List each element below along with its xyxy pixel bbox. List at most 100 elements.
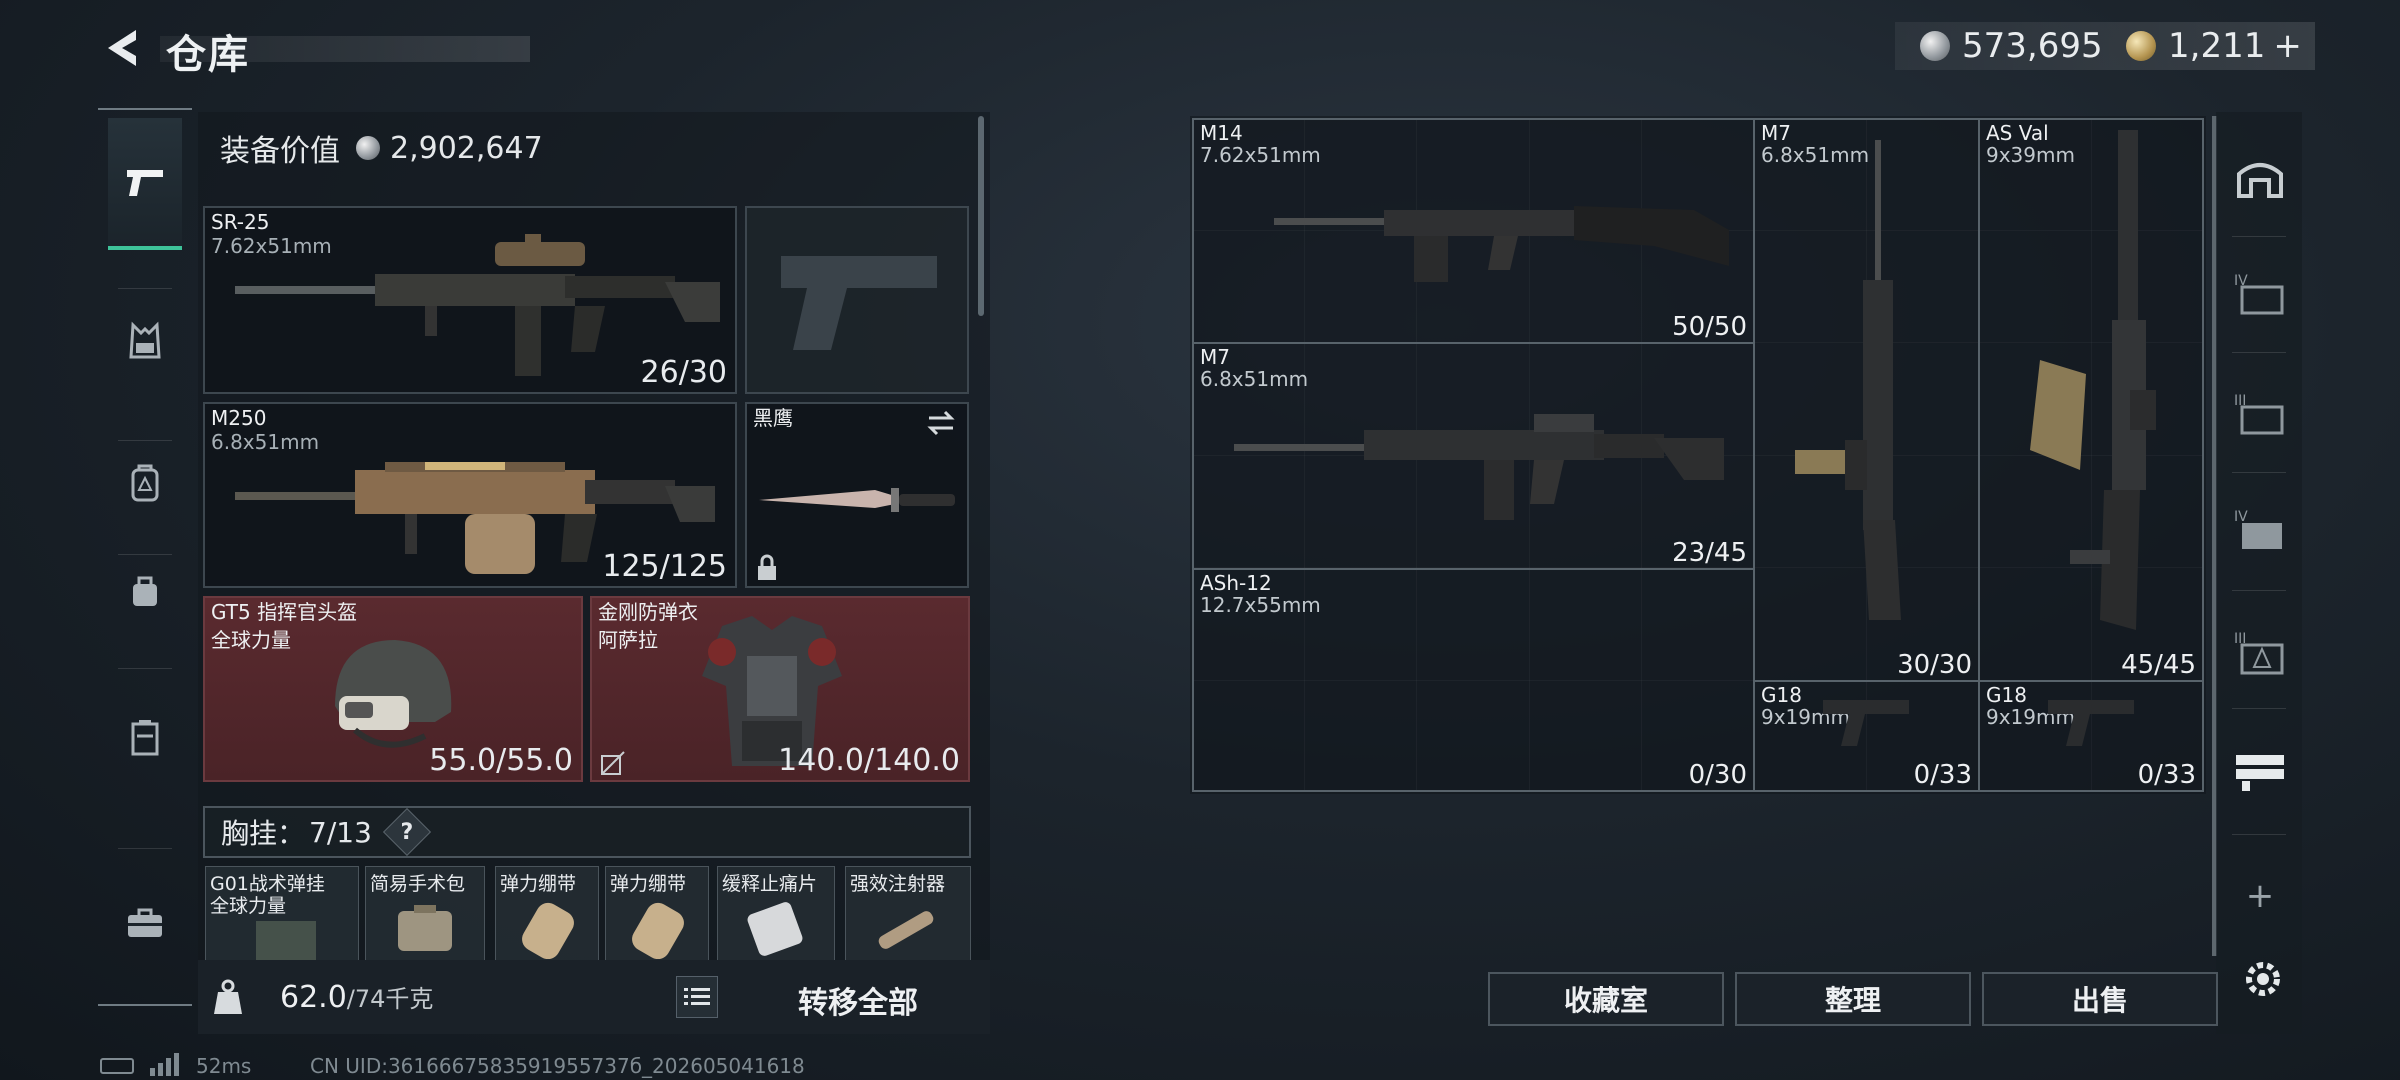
helmet-durability: 55.0/55.0 <box>429 743 573 778</box>
armor-name: 金刚防弹衣 <box>598 600 698 624</box>
storage-item[interactable]: M14 7.62x51mm 50/50 <box>1192 118 1755 344</box>
silver-coin-icon <box>1920 31 1950 61</box>
weight-icon <box>210 977 246 1017</box>
tab-case[interactable] <box>108 700 182 774</box>
rifle-vertical-icon <box>1795 140 1901 620</box>
tabbar-bottom-line <box>98 1004 192 1006</box>
secondary-weapon-slot[interactable]: M250 6.8x51mm 125/125 <box>203 402 737 588</box>
loadout-footer: 62.0/74千克 转移全部 <box>198 960 990 1034</box>
weapon-ammo: 26/30 <box>640 355 727 390</box>
no-repair-icon <box>601 751 625 775</box>
storage-tab-iii-case[interactable]: III <box>2232 624 2288 680</box>
helmet-slot[interactable]: GT5 指挥官头盔 全球力量 55.0/55.0 <box>203 596 583 782</box>
rig-item[interactable]: 简易手术包 <box>365 866 485 962</box>
melee-slot[interactable]: 黑鹰 <box>745 402 969 588</box>
storage-item[interactable]: AS Val 9x39mm 45/45 <box>1978 118 2204 682</box>
rig-item[interactable]: G01战术弹挂 全球力量 <box>205 866 359 962</box>
rig-item[interactable]: 弹力绷带 <box>495 866 599 962</box>
item-ammo: 23/45 <box>1672 538 1747 568</box>
sidearm-slot-empty[interactable] <box>745 206 969 394</box>
rig-item-name: 缓释止痛片 <box>722 873 818 895</box>
rig-item-name: 弹力绷带 <box>500 873 577 895</box>
battery-icon <box>100 1058 134 1074</box>
tab-backpack[interactable] <box>108 446 182 520</box>
painkiller-icon <box>747 902 803 956</box>
list-view-button[interactable] <box>676 976 718 1018</box>
storage-item[interactable]: G18 9x19mm 0/33 <box>1978 680 2204 792</box>
equipment-value: 装备价值 2,902,647 <box>220 126 543 170</box>
loadout-scrollbar[interactable] <box>978 116 984 316</box>
storage-item[interactable]: M7 6.8x51mm 30/30 <box>1753 118 1980 682</box>
storage-tab-weapons[interactable] <box>2232 742 2288 798</box>
storage-tab-iv-container[interactable]: IV <box>2232 266 2288 322</box>
back-button[interactable] <box>96 22 148 74</box>
sell-button[interactable]: 出售 <box>1982 972 2218 1026</box>
pistol-icon <box>2048 700 2134 746</box>
rig-item[interactable]: 缓释止痛片 <box>717 866 835 962</box>
tab-bag[interactable] <box>108 554 182 628</box>
chest-rig-label: 胸挂： <box>221 817 306 850</box>
bandage-icon <box>522 902 574 959</box>
swap-icon[interactable] <box>925 410 957 436</box>
rifle-icon <box>1208 610 1748 760</box>
bandage-icon <box>632 902 684 959</box>
chest-rig-header[interactable]: 胸挂： 7/13 ? <box>203 806 971 858</box>
collection-room-button[interactable]: 收藏室 <box>1488 972 1724 1026</box>
armor-durability: 140.0/140.0 <box>778 743 960 778</box>
uid: CN UID:3616667583591955737б_202605041618 <box>310 1054 805 1078</box>
help-icon[interactable]: ? <box>382 807 431 857</box>
back-arrow-icon <box>108 30 136 66</box>
tab-weapons[interactable] <box>108 118 182 250</box>
pistol-icon <box>1823 700 1909 746</box>
storage-item[interactable]: ASh-12 12.7x55mm 0/30 <box>1192 568 1755 792</box>
case-iii-icon: III <box>2234 631 2284 675</box>
gold-currency[interactable]: 1,211 + <box>2126 20 2302 72</box>
weapon-ammo: 125/125 <box>602 549 727 584</box>
silver-amount: 573,695 <box>1962 26 2103 66</box>
rifle-icon <box>1234 414 1724 520</box>
armor-slot[interactable]: 金刚防弹衣 阿萨拉 140.0/140.0 <box>590 596 970 782</box>
helmet-faction: 全球力量 <box>211 628 291 652</box>
transfer-all-button[interactable]: 转移全部 <box>798 978 918 1022</box>
container-iii-icon: III <box>2234 393 2284 435</box>
item-ammo: 50/50 <box>1672 312 1747 342</box>
add-storage-tab-button[interactable]: + <box>2232 868 2288 924</box>
box-iv-icon: IV <box>2234 509 2282 549</box>
weight-current: 62.0 <box>280 980 347 1015</box>
signal-icon <box>150 1053 179 1076</box>
bag-icon <box>133 576 157 606</box>
gear-icon <box>2246 962 2280 996</box>
pistol-icon <box>127 170 163 196</box>
gold-coin-icon <box>2126 31 2156 61</box>
storage-item[interactable]: M7 6.8x51mm 23/45 <box>1192 342 1755 570</box>
category-tabbar <box>98 108 192 1008</box>
add-currency-button[interactable]: + <box>2273 26 2302 66</box>
page-title: 仓库 <box>166 32 250 78</box>
item-ammo: 0/30 <box>1688 760 1747 790</box>
item-ammo: 45/45 <box>2121 650 2196 680</box>
carry-weight: 62.0/74千克 <box>280 979 433 1015</box>
surgery-kit-icon <box>398 905 452 951</box>
injector-icon <box>878 911 934 949</box>
rig-item[interactable]: 弹力绷带 <box>605 866 709 962</box>
tab-toolbox[interactable] <box>108 886 182 960</box>
weight-max: /74千克 <box>346 985 434 1013</box>
storage-item[interactable]: G18 9x19mm 0/33 <box>1753 680 1980 792</box>
equipment-value-label: 装备价值 <box>220 134 340 169</box>
storage-tab-home[interactable] <box>2232 150 2288 206</box>
storage-grid: M14 7.62x51mm 50/50 M7 6.8x51mm 23/45 AS… <box>1192 118 2204 792</box>
tab-armor-rig[interactable] <box>108 304 182 378</box>
item-name: G18 <box>1761 683 1802 707</box>
helmet-name: GT5 指挥官头盔 <box>211 600 358 624</box>
storage-tab-iii-container[interactable]: III <box>2232 386 2288 442</box>
lock-icon <box>758 554 776 580</box>
settings-button[interactable] <box>2236 952 2290 1006</box>
primary-weapon-slot[interactable]: SR-25 7.62x51mm 26/30 <box>203 206 737 394</box>
storage-tab-iv-box[interactable]: IV <box>2232 502 2288 558</box>
rig-item[interactable]: 强效注射器 <box>845 866 971 962</box>
item-caliber: 7.62x51mm <box>1200 143 1321 167</box>
equipment-value-amount: 2,902,647 <box>390 130 543 166</box>
item-name: M14 <box>1200 121 1243 145</box>
organize-button[interactable]: 整理 <box>1735 972 1971 1026</box>
knife-icon <box>759 488 955 512</box>
